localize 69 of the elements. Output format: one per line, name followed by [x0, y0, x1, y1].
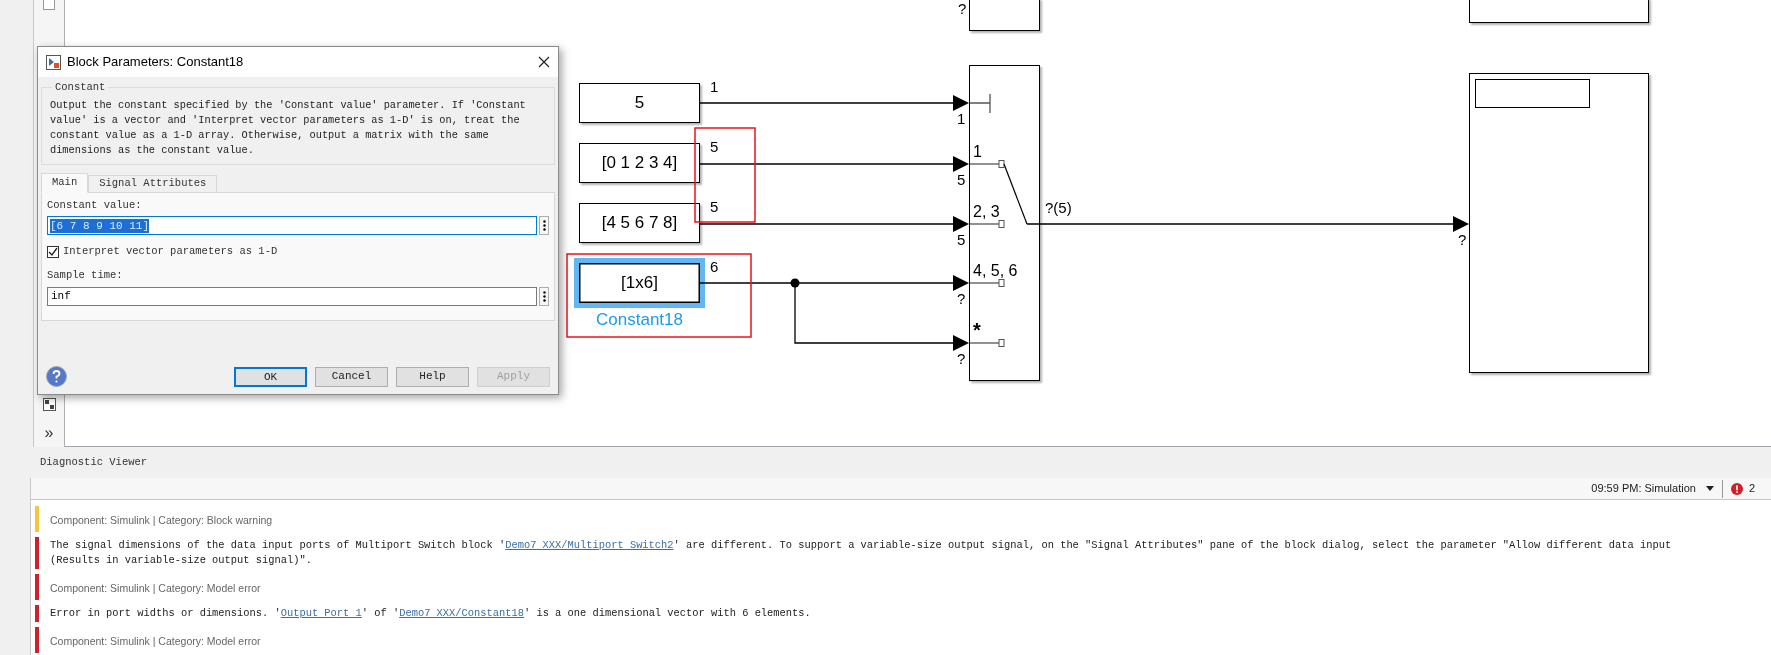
block-link[interactable]: Demo7 XXX/Constant18 — [399, 607, 524, 619]
error-count-badge[interactable]: 2 — [1730, 480, 1755, 497]
sample-time-field[interactable]: inf — [47, 286, 537, 306]
multiport-switch-block[interactable] — [969, 65, 1040, 381]
entry-header: Component: Simulink | Category: Block warning — [50, 514, 273, 526]
constant-value-field[interactable]: [6 7 8 9 10 11] — [47, 216, 537, 235]
error-icon — [1730, 482, 1743, 495]
entry-header: Component: Simulink | Category: Model error — [50, 635, 261, 647]
block-name-label: Constant18 — [595, 310, 684, 330]
dialog-button[interactable]: Cancel — [315, 366, 388, 387]
signal-dimension-label: 1 — [710, 78, 719, 95]
error-count: 2 — [1748, 481, 1755, 497]
more-options-button[interactable] — [539, 286, 549, 306]
port-stub — [969, 339, 1005, 347]
port-stub — [969, 279, 1005, 287]
port-stub — [969, 160, 1005, 168]
display-block[interactable] — [1469, 73, 1649, 373]
port-label: * — [973, 322, 981, 339]
port-dimension-label: 1 — [957, 110, 966, 127]
port-label: 4, 5, 6 — [973, 262, 1018, 279]
run-selector[interactable]: 09:59 PM: Simulation — [1591, 480, 1714, 497]
tab[interactable]: Main — [41, 173, 89, 193]
help-icon[interactable] — [46, 366, 67, 387]
image-icon[interactable] — [42, 398, 56, 411]
block[interactable] — [1469, 0, 1649, 23]
close-icon[interactable] — [538, 56, 550, 68]
port-dimension-label: ? — [957, 290, 966, 307]
signal-dimension-label: ?(5) — [1045, 199, 1072, 216]
constant-block[interactable]: [4 5 6 7 8] — [579, 203, 700, 243]
switch-contact-line — [1003, 163, 1028, 225]
block-description: Output the constant specified by the 'Constant value' parameter. If 'Constant value' is a vector and 'Interpret vector parameters as 1-D' is on, treat the constant value as a 1-D array. Otherwise, output a matrix with the same dimensions as the constant value. — [50, 98, 527, 158]
constant-block[interactable]: 5 — [579, 83, 700, 123]
dialog-button[interactable]: Help — [396, 366, 469, 387]
block-icon — [46, 54, 61, 70]
constant-block[interactable]: [0 1 2 3 4] — [579, 143, 700, 183]
port-dimension-label: ? — [957, 350, 966, 367]
tab[interactable]: Signal Attributes — [88, 175, 218, 193]
block-link[interactable]: Output Port 1 — [280, 607, 362, 619]
port-dimension-label: 5 — [957, 231, 966, 248]
constant-block[interactable]: [1x6] — [574, 258, 705, 308]
panel-title: Diagnostic Viewer — [40, 454, 148, 470]
diagnostic-message: The signal dimensions of the data input ports of Multiport Switch block 'Demo7 XXX/Multiport Switch2' are different. To support a variable-size output signal, on the "Signal Attributes" pane of the block dialog, select the parameter "Allow different data input (Results in variable-size output signal)". — [50, 538, 1672, 568]
port-stub — [969, 220, 1005, 228]
dialog-button[interactable]: OK — [234, 366, 307, 387]
block[interactable] — [969, 0, 1040, 31]
toolbar-button[interactable] — [43, 0, 55, 10]
port-label: 1 — [973, 143, 982, 160]
checkbox[interactable] — [47, 245, 59, 258]
port-dimension-label: ? — [1458, 231, 1467, 248]
signal-dimension-label: 5 — [710, 138, 719, 155]
more-icon — [542, 290, 546, 302]
expand-toolbar-button[interactable]: » — [44, 425, 54, 441]
control-port-stub — [969, 93, 991, 114]
check-icon — [48, 246, 58, 257]
caret-icon — [1705, 486, 1714, 491]
signal-dimension-label: 6 — [710, 258, 719, 275]
port-dimension-label: ? — [958, 0, 967, 17]
port-dimension-label: 5 — [957, 171, 966, 188]
field-label: Sample time: — [47, 267, 124, 282]
diagnostic-message: Error in port widths or dimensions. 'Output Port 1' of 'Demo7 XXX/Constant18' is a one dimensional vector with 6 elements. — [50, 606, 811, 621]
signal-dimension-label: 5 — [710, 198, 719, 215]
block-link[interactable]: Demo7 XXX/Multiport Switch2 — [505, 539, 674, 551]
more-options-button[interactable] — [539, 216, 549, 235]
checkbox-label: Interpret vector parameters as 1-D — [63, 244, 278, 259]
port-label: 2, 3 — [973, 203, 1000, 220]
more-icon — [542, 220, 546, 231]
field-label: Constant value: — [47, 198, 143, 212]
dialog-title: Block Parameters: Constant18 — [67, 53, 244, 72]
entry-header: Component: Simulink | Category: Model error — [50, 582, 261, 594]
